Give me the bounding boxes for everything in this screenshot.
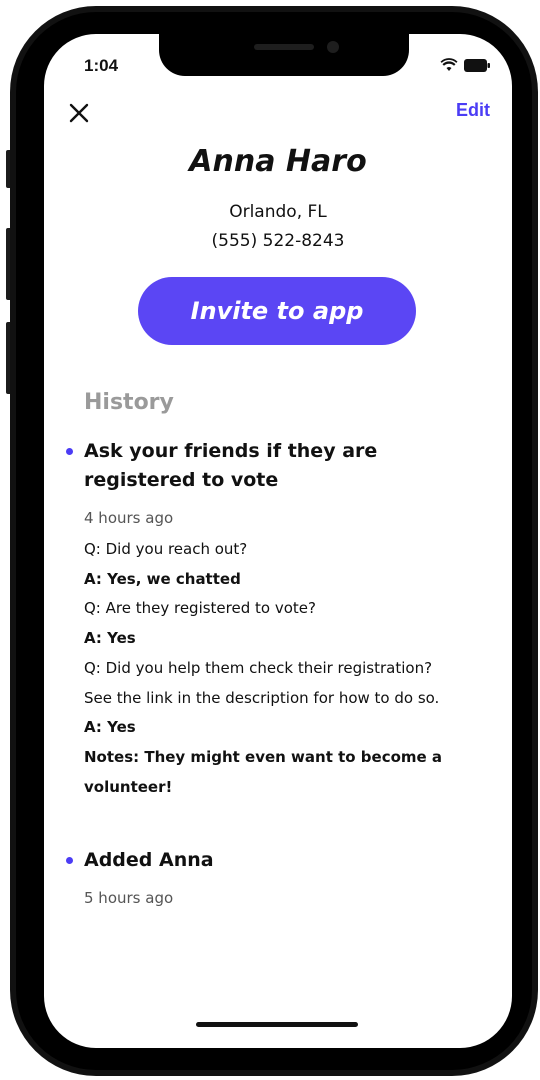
history-entry: Added Anna 5 hours ago [66, 846, 476, 907]
survey-answers: Q: Did you reach out? A: Yes, we chatted… [66, 535, 476, 802]
invite-to-app-button[interactable]: Invite to app [138, 277, 416, 345]
app-screen: 1:04 Edit Anna Haro Orlando, FL (555) 52… [44, 34, 512, 1048]
device-canvas: 1:04 Edit Anna Haro Orlando, FL (555) 52… [0, 0, 540, 1080]
notch [159, 34, 409, 76]
history-entry-title: Ask your friends if they are registered … [84, 440, 378, 491]
notes-line: Notes: They might even want to become a [84, 747, 443, 766]
question-line: See the link in the description for how … [84, 688, 440, 707]
history-bullet [66, 448, 73, 455]
contact-name: Anna Haro [189, 144, 367, 179]
history-entry-time: 4 hours ago [84, 509, 174, 527]
contact-location: Orlando, FL [229, 202, 327, 222]
question-line: Q: Did you reach out? [84, 540, 248, 558]
history-entry-title: Added Anna [84, 849, 214, 871]
wifi-icon [440, 58, 458, 71]
front-camera [327, 41, 339, 53]
contact-phone: (555) 522-8243 [211, 231, 345, 251]
close-button[interactable] [66, 100, 92, 126]
history-heading: History [84, 390, 174, 415]
history-bullet [66, 857, 73, 864]
history-entry: Ask your friends if they are registered … [66, 437, 476, 802]
answer-line: A: Yes [84, 629, 136, 648]
question-line: Q: Are they registered to vote? [84, 599, 316, 618]
edit-button[interactable]: Edit [456, 100, 490, 121]
history-entry-time: 5 hours ago [84, 889, 174, 907]
status-icons [440, 58, 490, 72]
speaker-grille [254, 44, 314, 50]
question-line: Q: Did you help them check their registr… [84, 658, 433, 677]
battery-icon [464, 58, 490, 72]
status-time: 1:04 [84, 56, 119, 75]
answer-line: A: Yes, we chatted [84, 569, 241, 588]
notes-line: volunteer! [84, 777, 173, 796]
close-icon [69, 103, 89, 123]
home-indicator[interactable] [196, 1022, 358, 1027]
answer-line: A: Yes [84, 718, 136, 737]
